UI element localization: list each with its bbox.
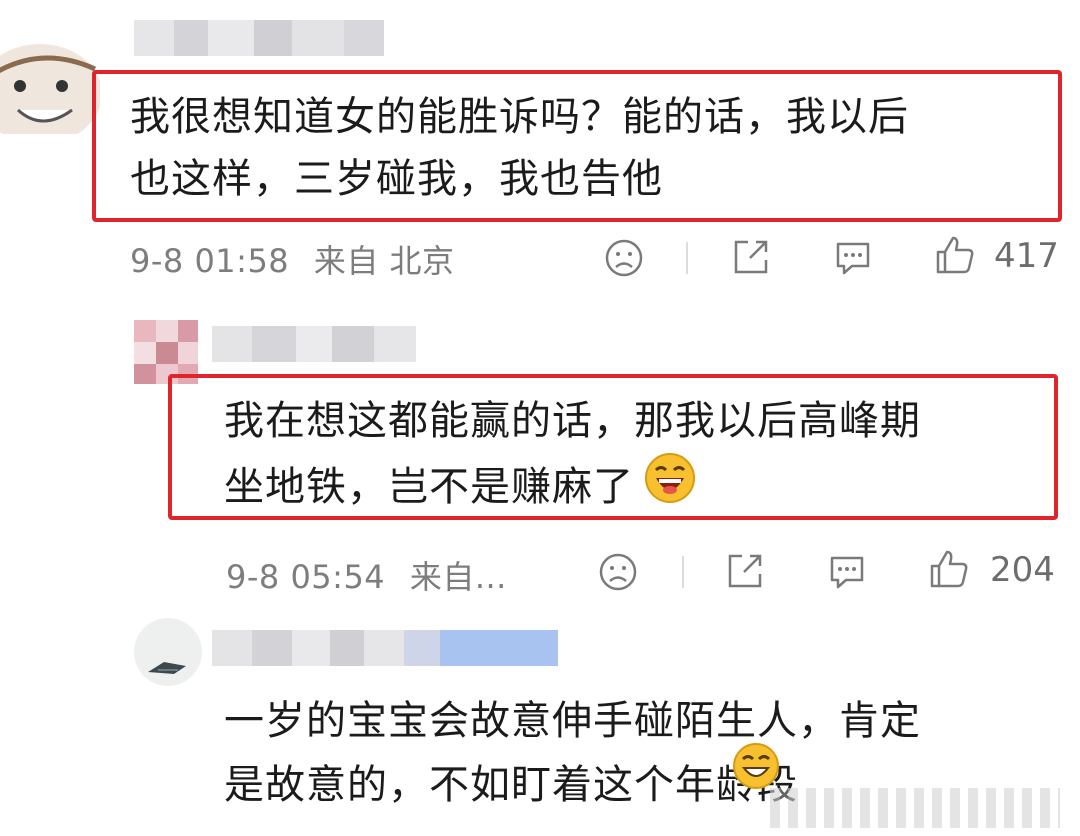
- username-blurred[interactable]: [134, 20, 384, 56]
- like-count: 204: [990, 550, 1055, 590]
- comment-icon[interactable]: [826, 552, 868, 592]
- comment-text-line: 我很想知道女的能胜诉吗？能的话，我以后: [130, 94, 909, 140]
- timestamp: 9-8 05:54: [226, 558, 386, 596]
- share-icon[interactable]: [730, 236, 772, 278]
- thumbs-up-icon[interactable]: [934, 234, 976, 276]
- comment-text-line: 我在想这都能赢的话，那我以后高峰期: [224, 398, 921, 444]
- location: 来自...: [409, 558, 507, 596]
- like-count: 417: [994, 236, 1059, 276]
- thumbs-up-icon[interactable]: [928, 548, 970, 590]
- comment-text-line: 一岁的宝宝会故意伸手碰陌生人，肯定: [224, 698, 921, 744]
- divider: [682, 556, 684, 588]
- watermark: [770, 788, 1060, 828]
- comment-text-line: 是故意的，不如盯着这个年龄段: [224, 762, 798, 808]
- sad-face-icon[interactable]: [604, 238, 644, 278]
- username-blurred[interactable]: [212, 326, 416, 362]
- comment-text: 我很想知道女的能胜诉吗？能的话，我以后 也这样，三岁碰我，我也告他: [130, 86, 1050, 210]
- sad-face-icon[interactable]: [598, 552, 638, 592]
- timestamp: 9-8 01:58: [130, 242, 290, 280]
- comment-text-line: 也这样，三岁碰我，我也告他: [130, 156, 663, 202]
- avatar[interactable]: [0, 14, 100, 134]
- comment-meta: 9-8 01:58 来自 北京: [130, 236, 455, 282]
- comment-text: 我在想这都能赢的话，那我以后高峰期 坐地铁，岂不是赚麻了: [224, 390, 1044, 522]
- laughing-emoji-icon: [644, 452, 696, 522]
- comment-meta: 9-8 05:54 来自...: [226, 552, 507, 598]
- username-blurred[interactable]: [212, 630, 558, 666]
- divider: [686, 242, 688, 274]
- avatar[interactable]: [134, 612, 202, 692]
- comment-text-line: 坐地铁，岂不是赚麻了: [224, 464, 634, 510]
- comment-icon[interactable]: [832, 238, 874, 278]
- location: 来自 北京: [313, 242, 455, 280]
- share-icon[interactable]: [724, 550, 766, 592]
